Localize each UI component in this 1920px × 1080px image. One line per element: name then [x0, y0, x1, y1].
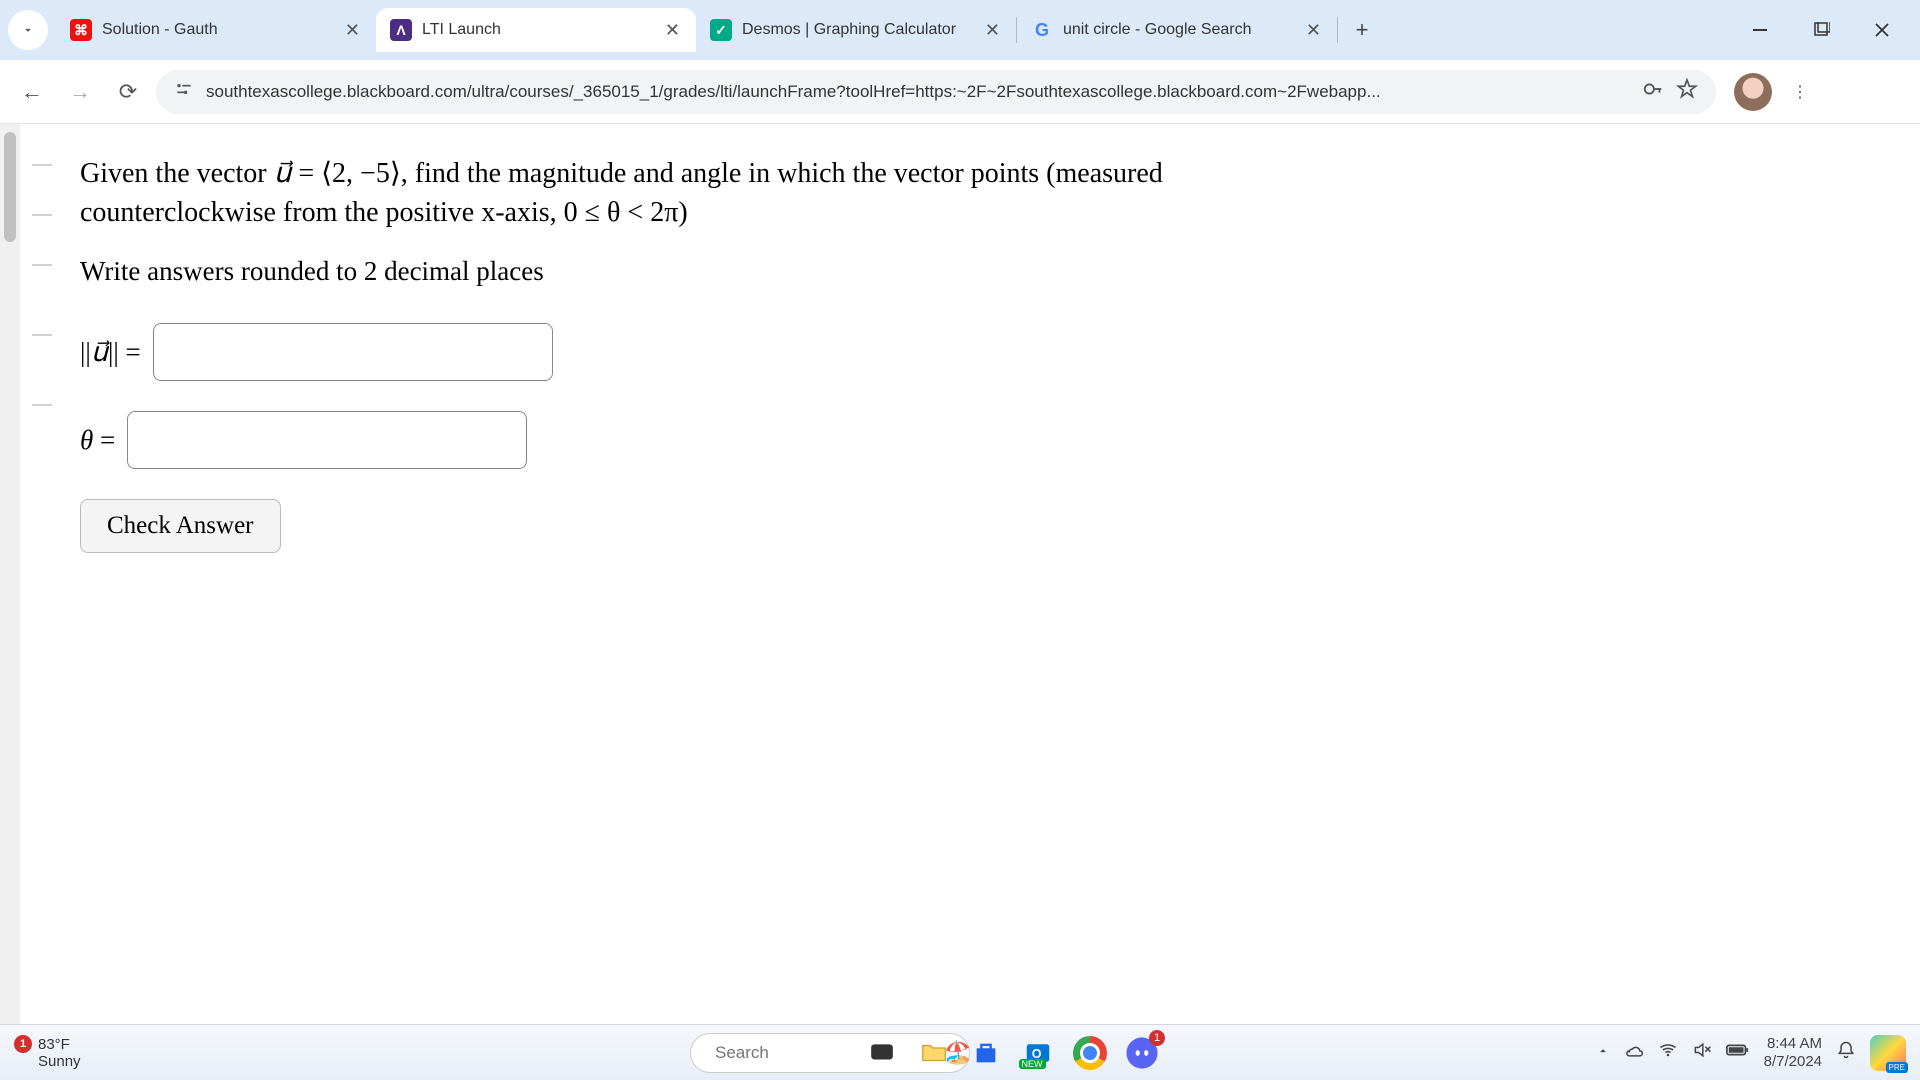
weather-widget[interactable]: 1 83°F Sunny — [14, 1035, 81, 1070]
angle-input[interactable] — [127, 411, 527, 469]
new-tab-button[interactable]: + — [1344, 12, 1380, 48]
problem-statement: Given the vector u⃗ = ⟨2, −5⟩, find the … — [80, 154, 1890, 232]
wifi-icon[interactable] — [1658, 1040, 1678, 1065]
problem-instruction: Write answers rounded to 2 decimal place… — [80, 256, 1890, 287]
date-text: 8/7/2024 — [1764, 1053, 1822, 1071]
windows-taskbar: 1 83°F Sunny 🏖️ ONEW — [0, 1024, 1920, 1080]
outlook-button[interactable]: ONEW — [1019, 1034, 1057, 1072]
tab-search-dropdown[interactable] — [8, 10, 48, 50]
password-icon[interactable] — [1642, 78, 1664, 105]
vector-u: u⃗ — [274, 158, 292, 189]
close-icon[interactable]: ✕ — [663, 18, 682, 43]
theta-label: θ = — [80, 425, 115, 456]
taskbar-search[interactable]: 🏖️ — [811, 1034, 849, 1072]
copilot-button[interactable] — [1870, 1035, 1906, 1071]
close-window-button[interactable] — [1862, 10, 1902, 50]
bookmark-star-icon[interactable] — [1676, 78, 1698, 105]
problem-text-part: Given the vector — [80, 158, 274, 189]
url-text: southtexascollege.blackboard.com/ultra/c… — [206, 82, 1630, 102]
browser-toolbar: ← → ⟳ southtexascollege.blackboard.com/u… — [0, 60, 1920, 124]
browser-menu-button[interactable]: ⋮ — [1780, 72, 1820, 112]
angle-row: θ = — [80, 411, 1890, 469]
magnitude-row: ||u⃗|| = — [80, 323, 1890, 381]
time-text: 8:44 AM — [1764, 1035, 1822, 1053]
system-tray: 8:44 AM 8/7/2024 — [1596, 1035, 1906, 1071]
forward-button[interactable]: → — [60, 72, 100, 112]
close-icon[interactable]: ✕ — [1304, 18, 1323, 43]
taskbar-center: 🏖️ ONEW — [759, 1034, 1161, 1072]
address-bar[interactable]: southtexascollege.blackboard.com/ultra/c… — [156, 70, 1716, 114]
reload-button[interactable]: ⟳ — [108, 72, 148, 112]
scrollbar-thumb[interactable] — [4, 132, 16, 242]
profile-avatar[interactable] — [1734, 73, 1772, 111]
tab-title: LTI Launch — [422, 21, 653, 39]
tab-title: unit circle - Google Search — [1063, 21, 1294, 39]
scrollbar-gutter[interactable] — [0, 124, 20, 1024]
file-explorer-button[interactable] — [915, 1034, 953, 1072]
close-icon[interactable]: ✕ — [983, 18, 1002, 43]
notifications-icon[interactable] — [1836, 1040, 1856, 1065]
tab-title: Desmos | Graphing Calculator — [742, 21, 973, 39]
search-input[interactable] — [715, 1043, 936, 1063]
back-button[interactable]: ← — [12, 72, 52, 112]
inner-scroll-marks — [32, 144, 54, 1004]
minimize-button[interactable] — [1742, 10, 1782, 50]
close-icon[interactable]: ✕ — [343, 18, 362, 43]
desmos-favicon-icon: ✓ — [710, 19, 732, 41]
weather-temp: 83°F — [38, 1036, 70, 1053]
weather-condition: Sunny — [38, 1053, 81, 1070]
battery-icon[interactable] — [1726, 1040, 1750, 1065]
tab-google-search[interactable]: G unit circle - Google Search ✕ — [1017, 8, 1337, 52]
cloud-icon[interactable] — [1624, 1040, 1644, 1065]
ms-store-button[interactable] — [967, 1034, 1005, 1072]
magnitude-label: ||u⃗|| = — [80, 337, 141, 368]
tray-expand-icon[interactable] — [1596, 1043, 1610, 1063]
tab-lti-launch[interactable]: Λ LTI Launch ✕ — [376, 8, 696, 52]
page-content: Given the vector u⃗ = ⟨2, −5⟩, find the … — [0, 124, 1920, 1024]
tab-desmos[interactable]: ✓ Desmos | Graphing Calculator ✕ — [696, 8, 1016, 52]
volume-muted-icon[interactable] — [1692, 1040, 1712, 1065]
discord-button[interactable] — [1123, 1034, 1161, 1072]
problem-text-part: counterclockwise from the positive x-axi… — [80, 197, 688, 228]
tab-separator — [1337, 17, 1338, 43]
magnitude-input[interactable] — [153, 323, 553, 381]
maximize-button[interactable] — [1802, 10, 1842, 50]
task-view-button[interactable] — [863, 1034, 901, 1072]
browser-tab-strip: ⌘ Solution - Gauth ✕ Λ LTI Launch ✕ ✓ De… — [0, 0, 1920, 60]
chrome-button[interactable] — [1071, 1034, 1109, 1072]
window-controls — [1742, 10, 1912, 50]
tab-gauth[interactable]: ⌘ Solution - Gauth ✕ — [56, 8, 376, 52]
gauth-favicon-icon: ⌘ — [70, 19, 92, 41]
chevron-down-icon — [21, 23, 35, 37]
tab-title: Solution - Gauth — [102, 21, 333, 39]
weather-badge: 1 — [14, 1035, 32, 1053]
site-settings-icon[interactable] — [174, 79, 194, 104]
problem-container: Given the vector u⃗ = ⟨2, −5⟩, find the … — [20, 124, 1920, 1024]
clock[interactable]: 8:44 AM 8/7/2024 — [1764, 1035, 1822, 1071]
check-answer-button[interactable]: Check Answer — [80, 499, 281, 553]
lti-favicon-icon: Λ — [390, 19, 412, 41]
google-favicon-icon: G — [1031, 19, 1053, 41]
problem-text-part: = ⟨2, −5⟩, find the magnitude and angle … — [291, 158, 1162, 189]
